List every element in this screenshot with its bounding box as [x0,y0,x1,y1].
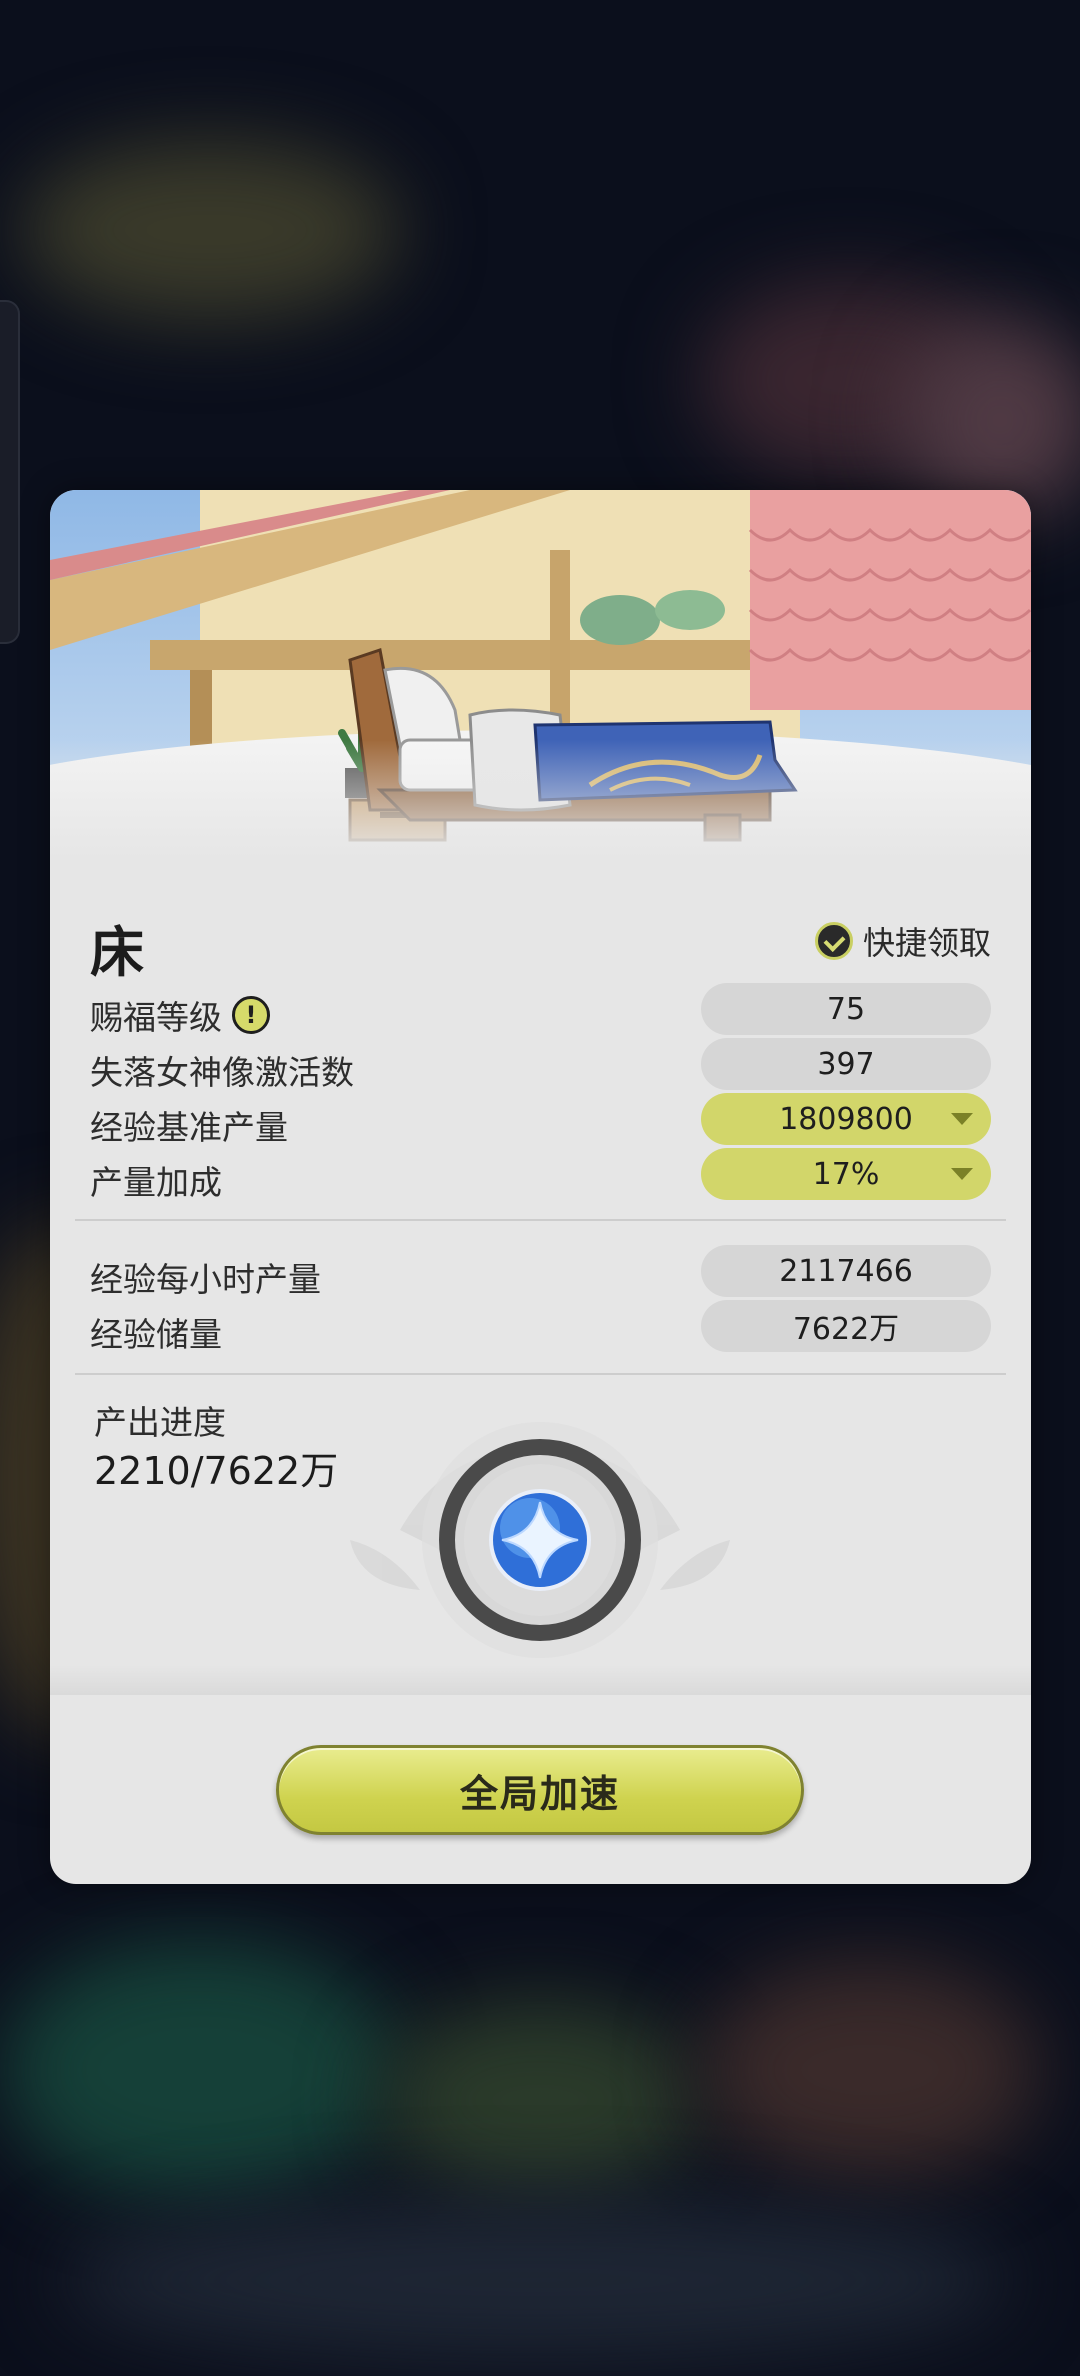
stat-row-base-exp-output: 经验基准产量 1809800 [90,1093,991,1147]
stat-value: 75 [701,983,991,1035]
triangle-down-icon [951,1113,973,1125]
orb-shadow [50,1665,1031,1695]
stat-label: 经验储量 [90,1315,222,1354]
global-boost-button[interactable]: 全局加速 [276,1745,804,1835]
stat-label: 产量加成 [90,1163,222,1202]
banner-fade [50,740,1031,900]
stat-row-output-bonus: 产量加成 17% [90,1148,991,1202]
progress-label: 产出进度 [94,1403,226,1442]
divider [75,1219,1006,1221]
stat-label-wrap: 赐福等级 ! [90,991,270,1039]
base-output-dropdown[interactable]: 1809800 [701,1093,991,1145]
stat-row-blessing-level: 赐福等级 ! 75 [90,983,991,1037]
side-drawer-handle[interactable] [0,300,20,644]
star-orb-icon[interactable] [330,1410,750,1670]
stat-label: 经验基准产量 [90,1108,288,1147]
check-circle-icon [814,922,853,960]
stat-row-hourly-exp: 经验每小时产量 2117466 [90,1245,991,1299]
exclamation-icon[interactable]: ! [232,996,270,1034]
dropdown-value: 1809800 [779,1101,913,1137]
stat-label: 失落女神像激活数 [90,1053,354,1092]
quick-claim-label: 快捷领取 [862,924,991,962]
stat-value: 7622万 [701,1300,991,1352]
quick-claim-toggle[interactable]: 快捷领取 [814,918,991,964]
divider [75,1373,1006,1375]
stat-row-statue-activations: 失落女神像激活数 397 [90,1038,991,1092]
stat-value: 2117466 [701,1245,991,1297]
triangle-down-icon [951,1168,973,1180]
progress-value: 2210/7622万 [94,1449,339,1493]
stat-label: 赐福等级 [90,998,222,1037]
stat-label: 经验每小时产量 [90,1260,321,1299]
stat-value: 397 [701,1038,991,1090]
dropdown-value: 17% [812,1156,880,1192]
output-bonus-dropdown[interactable]: 17% [701,1148,991,1200]
building-info-panel: 床 快捷领取 赐福等级 ! 75 失落女神像激活数 397 经验基准产量 180… [50,490,1031,1884]
building-title: 床 [90,921,144,984]
stat-row-exp-storage: 经验储量 7622万 [90,1300,991,1354]
